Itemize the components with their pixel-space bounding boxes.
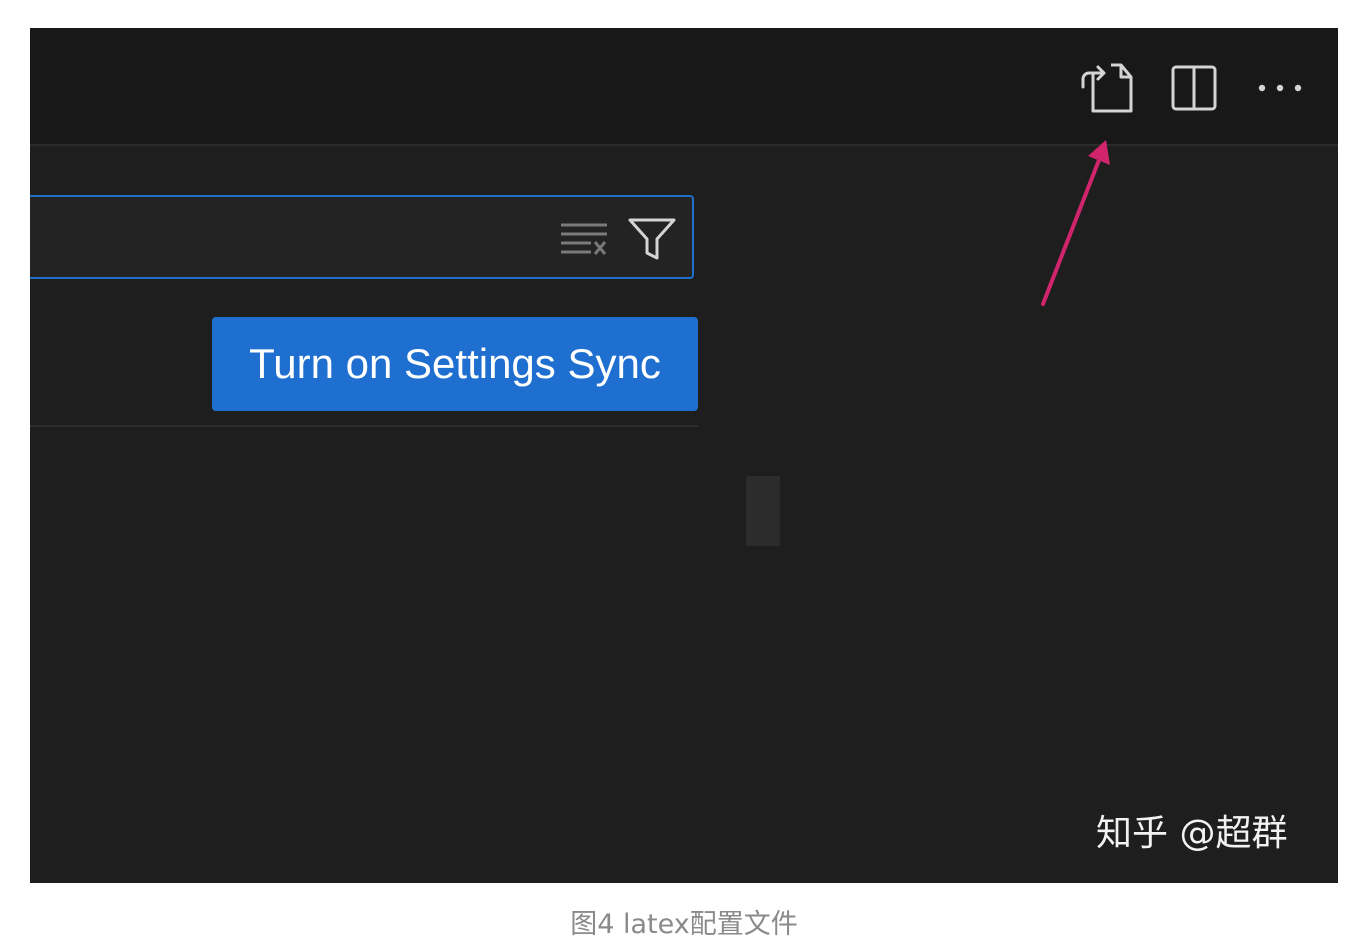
filter-settings-button[interactable] — [624, 211, 680, 267]
open-settings-json-icon — [1081, 63, 1133, 113]
annotation-arrow-icon — [1041, 140, 1110, 306]
settings-search-input[interactable] — [38, 201, 552, 275]
filter-icon — [628, 218, 676, 260]
more-actions-button[interactable] — [1250, 58, 1310, 118]
page: Turn on Settings Sync 知乎 @超群 图4 latex配置文… — [0, 0, 1360, 948]
figure-caption: 图4 latex配置文件 — [570, 909, 798, 940]
editor-title-bar — [30, 28, 1338, 146]
vscode-settings-screenshot: Turn on Settings Sync 知乎 @超群 — [30, 28, 1338, 883]
watermark: 知乎 @超群 — [1096, 813, 1288, 854]
split-editor-button[interactable] — [1164, 58, 1224, 118]
scrollbar-thumb[interactable] — [746, 476, 780, 546]
open-settings-json-button[interactable] — [1076, 58, 1136, 118]
clear-filter-icon — [561, 223, 607, 255]
more-actions-icon — [1258, 84, 1302, 92]
clear-search-filter-button[interactable] — [556, 211, 612, 267]
settings-search-box — [30, 195, 694, 279]
turn-on-settings-sync-button[interactable]: Turn on Settings Sync — [212, 317, 698, 411]
split-editor-icon — [1171, 65, 1217, 111]
section-divider — [30, 425, 698, 427]
